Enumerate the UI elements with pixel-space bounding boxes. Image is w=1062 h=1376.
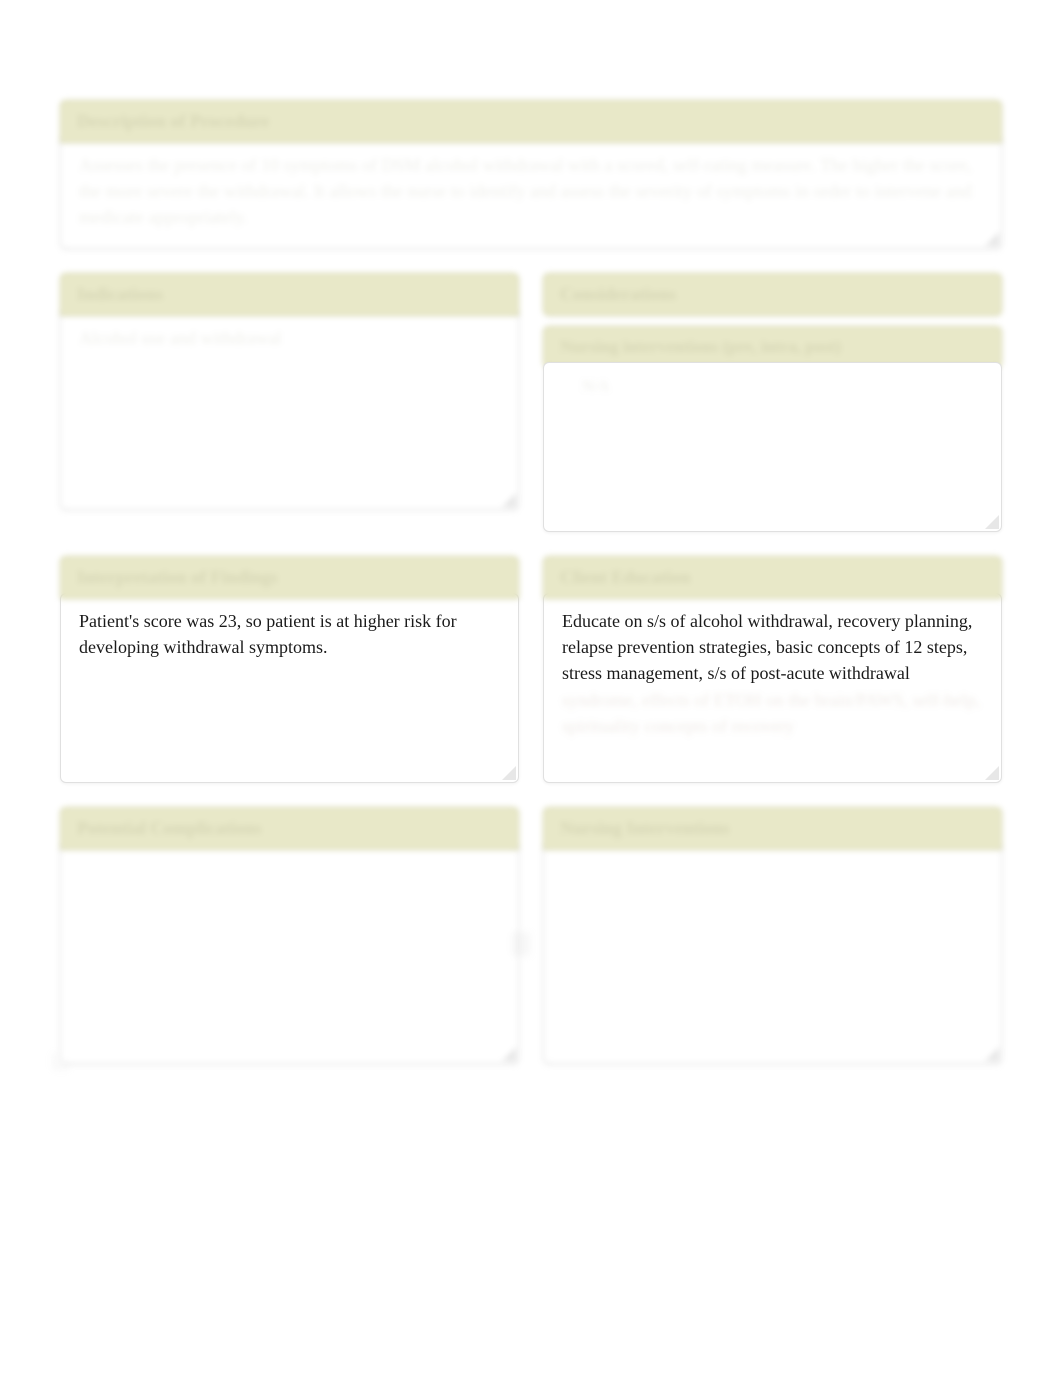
row-3: Potential Complications Nursing Interven… bbox=[60, 807, 1002, 1064]
resize-handle-icon bbox=[502, 766, 516, 780]
indications-header: Indications bbox=[60, 273, 519, 316]
nursing-interventions-body[interactable] bbox=[543, 844, 1002, 1064]
resize-handle-icon bbox=[985, 515, 999, 529]
resize-handle-icon bbox=[985, 232, 999, 246]
nursing-interventions-section: Nursing Interventions bbox=[543, 807, 1002, 1064]
resize-handle-icon bbox=[985, 766, 999, 780]
description-section: Description of Procedure Assesses the pr… bbox=[60, 100, 1002, 249]
corner-marker-icon bbox=[53, 1053, 69, 1069]
education-blurred-text: syndrome, effects of ETOH on the brain/P… bbox=[562, 687, 983, 739]
description-header: Description of Procedure bbox=[60, 100, 1002, 143]
side-marker-icon bbox=[512, 932, 530, 956]
description-body[interactable]: Assesses the presence of 10 symptoms of … bbox=[60, 137, 1002, 249]
interpretation-section: Interpretation of Findings Patient's sco… bbox=[60, 556, 519, 783]
considerations-body[interactable]: N/A bbox=[543, 362, 1002, 532]
resize-handle-icon bbox=[502, 493, 516, 507]
indications-section: Indications Alcohol use and withdrawal bbox=[60, 273, 519, 532]
nursing-interventions-header: Nursing Interventions bbox=[543, 807, 1002, 850]
considerations-text: N/A bbox=[562, 371, 983, 402]
education-visible-text: Educate on s/s of alcohol withdrawal, re… bbox=[562, 608, 983, 686]
complications-section: Potential Complications bbox=[60, 807, 519, 1064]
client-education-body[interactable]: Educate on s/s of alcohol withdrawal, re… bbox=[543, 593, 1002, 783]
indications-body[interactable]: Alcohol use and withdrawal bbox=[60, 310, 519, 510]
client-education-header: Client Education bbox=[543, 556, 1002, 599]
considerations-header: Considerations bbox=[543, 273, 1002, 316]
complications-header: Potential Complications bbox=[60, 807, 519, 850]
resize-handle-icon bbox=[502, 1047, 516, 1061]
interpretation-header: Interpretation of Findings bbox=[60, 556, 519, 599]
client-education-section: Client Education Educate on s/s of alcoh… bbox=[543, 556, 1002, 783]
considerations-section: Considerations Nursing interventions (pr… bbox=[543, 273, 1002, 532]
complications-body[interactable] bbox=[60, 844, 519, 1064]
interpretation-body[interactable]: Patient's score was 23, so patient is at… bbox=[60, 593, 519, 783]
row-2: Interpretation of Findings Patient's sco… bbox=[60, 556, 1002, 783]
resize-handle-icon bbox=[985, 1047, 999, 1061]
row-1: Indications Alcohol use and withdrawal C… bbox=[60, 273, 1002, 532]
